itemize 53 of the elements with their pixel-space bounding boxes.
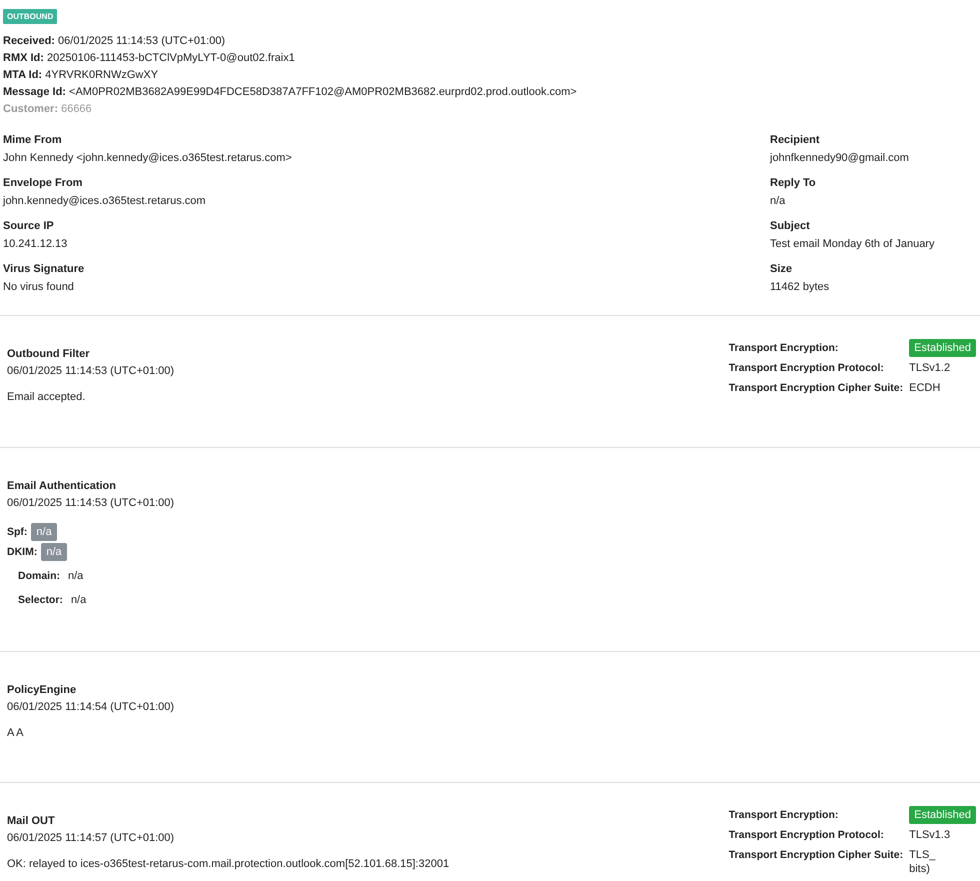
field-label: Subject	[770, 219, 811, 234]
event-time: 06/01/2025 11:14:54 (UTC+01:00)	[7, 700, 176, 715]
field-label: Domain:	[18, 569, 60, 584]
field-value: No virus found	[3, 280, 75, 295]
header-line: Customer: 66666	[3, 102, 93, 117]
field-label: Transport Encryption Protocol:	[728, 828, 885, 843]
event-message: OK: relayed to ices-o365test-retarus-com.mail.protection.outlook.com[52.101.68.15]:32001	[7, 858, 450, 870]
field-label: DKIM:	[7, 545, 38, 560]
header-line: RMX Id: 20250106-111453-bCTClVpMyLYT-0@out02.fraix1	[3, 51, 296, 66]
header-line: MTA Id: 4YRVRK0RNWzGwXY	[3, 68, 160, 83]
event-title: PolicyEngine	[7, 683, 78, 698]
field-value: ECDH	[909, 381, 942, 395]
status-badge: Established	[909, 806, 976, 824]
field-value: 10.241.12.13	[3, 237, 68, 252]
field-value: john.kennedy@ices.o365test.retarus.com	[3, 194, 207, 209]
field-label: Reply To	[770, 176, 817, 191]
status-badge: n/a	[31, 523, 57, 541]
field-label: Transport Encryption:	[728, 808, 840, 823]
field-value: TLSv1.3	[909, 828, 952, 843]
field-label: Transport Encryption Protocol:	[728, 361, 885, 376]
field-label: Recipient	[770, 133, 821, 148]
event-time: 06/01/2025 11:14:53 (UTC+01:00)	[7, 364, 176, 379]
event-title: Outbound Filter	[7, 347, 90, 362]
field-label: Size	[770, 262, 794, 277]
field-label: Source IP	[3, 219, 55, 234]
field-label: Selector:	[18, 593, 63, 608]
field-value: n/a	[770, 194, 786, 209]
field-value: Test email Monday 6th of January	[770, 237, 936, 252]
direction-badge: OUTBOUND	[3, 9, 58, 24]
event-message: A A	[7, 727, 25, 739]
field-label: Virus Signature	[3, 262, 86, 277]
field-value: n/a	[70, 593, 86, 608]
status-badge: n/a	[41, 543, 67, 561]
header-line: Message Id: <AM0PR02MB3682A99E99D4FDCE58D387A7FF102@AM0PR02MB3682.eurprd02.prod.outlook.com>	[3, 85, 578, 100]
event-message: Email accepted.	[7, 391, 86, 403]
field-label: Spf:	[7, 525, 28, 540]
header-line: Received: 06/01/2025 11:14:53 (UTC+01:00)	[3, 34, 226, 49]
event-time: 06/01/2025 11:14:53 (UTC+01:00)	[7, 496, 176, 511]
event-time: 06/01/2025 11:14:57 (UTC+01:00)	[7, 831, 176, 846]
field-value: 11462 bytes	[770, 280, 830, 295]
field-value: TLS_ bits)	[909, 848, 936, 876]
field-label: Mime From	[3, 133, 63, 148]
event-title: Mail OUT	[7, 814, 56, 829]
field-label: Transport Encryption Cipher Suite:	[728, 381, 904, 396]
status-badge: Established	[909, 339, 976, 357]
event-title: Email Authentication	[7, 479, 117, 494]
field-value: TLSv1.2	[909, 361, 952, 376]
field-label: Envelope From	[3, 176, 84, 191]
field-value: n/a	[68, 569, 84, 584]
field-label: Transport Encryption Cipher Suite:	[728, 848, 904, 863]
field-value: johnfkennedy90@gmail.com	[770, 151, 910, 166]
field-value: John Kennedy <john.kennedy@ices.o365test.retarus.com>	[3, 151, 293, 166]
field-label: Transport Encryption:	[728, 341, 840, 356]
